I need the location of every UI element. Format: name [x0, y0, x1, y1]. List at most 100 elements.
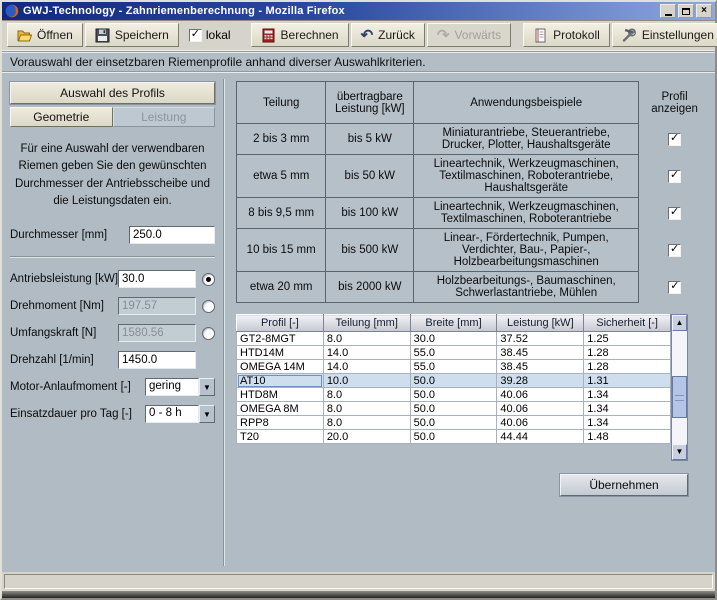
- results-cell[interactable]: 55.0: [410, 360, 497, 374]
- profil-anzeigen-checkbox[interactable]: ✓: [668, 244, 681, 257]
- results-cell[interactable]: AT10: [237, 374, 324, 388]
- open-button[interactable]: Öffnen: [7, 23, 83, 47]
- scrollbar-track[interactable]: [672, 331, 687, 444]
- results-cell[interactable]: 39.28: [497, 374, 584, 388]
- results-cell[interactable]: 14.0: [323, 360, 410, 374]
- drehmoment-input[interactable]: [118, 297, 196, 315]
- results-column-header[interactable]: Sicherheit [-]: [584, 315, 671, 332]
- results-cell[interactable]: 50.0: [410, 430, 497, 444]
- results-row[interactable]: OMEGA 14M14.055.038.451.28: [237, 360, 671, 374]
- results-cell[interactable]: HTD8M: [237, 388, 324, 402]
- settings-button[interactable]: Einstellungen: [612, 23, 717, 47]
- drehzahl-input[interactable]: [118, 351, 196, 369]
- lokal-checkbox[interactable]: ✓: [189, 29, 202, 42]
- results-cell[interactable]: 1.28: [584, 346, 671, 360]
- forward-button[interactable]: ↷ Vorwärts: [427, 23, 511, 47]
- header-anwendung: Anwendungsbeispiele: [414, 82, 639, 124]
- profil-anzeigen-checkbox[interactable]: ✓: [668, 281, 681, 294]
- profil-anzeigen-checkbox[interactable]: ✓: [668, 133, 681, 146]
- results-column-header[interactable]: Leistung [kW]: [497, 315, 584, 332]
- save-button[interactable]: Speichern: [85, 23, 179, 47]
- results-cell[interactable]: 1.31: [584, 374, 671, 388]
- tab-leistung[interactable]: Leistung: [113, 107, 216, 127]
- results-cell[interactable]: 1.28: [584, 360, 671, 374]
- results-cell[interactable]: 1.34: [584, 388, 671, 402]
- results-cell[interactable]: GT2-8MGT: [237, 332, 324, 346]
- results-cell[interactable]: 44.44: [497, 430, 584, 444]
- umfangskraft-radio[interactable]: [202, 327, 215, 340]
- window-bottom-edge: [2, 591, 715, 598]
- results-cell[interactable]: T20: [237, 430, 324, 444]
- results-cell[interactable]: 1.48: [584, 430, 671, 444]
- profil-anzeigen-checkbox[interactable]: ✓: [668, 170, 681, 183]
- results-column-header[interactable]: Breite [mm]: [410, 315, 497, 332]
- results-cell[interactable]: 55.0: [410, 346, 497, 360]
- results-cell[interactable]: 8.0: [323, 402, 410, 416]
- dropdown-button[interactable]: ▼: [199, 405, 215, 423]
- results-cell[interactable]: 14.0: [323, 346, 410, 360]
- maximize-button[interactable]: [678, 4, 694, 18]
- results-row[interactable]: OMEGA 8M8.050.040.061.34: [237, 402, 671, 416]
- profil-anzeigen-checkbox[interactable]: ✓: [668, 207, 681, 220]
- results-row[interactable]: RPP88.050.040.061.34: [237, 416, 671, 430]
- results-cell[interactable]: OMEGA 8M: [237, 402, 324, 416]
- results-cell[interactable]: 50.0: [410, 402, 497, 416]
- close-button[interactable]: ×: [696, 4, 712, 18]
- results-cell[interactable]: 1.34: [584, 402, 671, 416]
- results-cell[interactable]: RPP8: [237, 416, 324, 430]
- results-cell[interactable]: 8.0: [323, 388, 410, 402]
- scrollbar-thumb[interactable]: [672, 376, 687, 418]
- tab-geometrie[interactable]: Geometrie: [10, 107, 113, 127]
- profile-cell-leistung: bis 500 kW: [326, 229, 414, 272]
- results-cell[interactable]: HTD14M: [237, 346, 324, 360]
- results-row[interactable]: GT2-8MGT8.030.037.521.25: [237, 332, 671, 346]
- scroll-down-button[interactable]: ▼: [672, 444, 687, 460]
- results-cell[interactable]: 38.45: [497, 346, 584, 360]
- results-cell[interactable]: 40.06: [497, 388, 584, 402]
- results-cell[interactable]: 1.25: [584, 332, 671, 346]
- protocol-button[interactable]: Protokoll: [523, 23, 610, 47]
- apply-button[interactable]: Übernehmen: [560, 474, 688, 496]
- results-cell[interactable]: 10.0: [323, 374, 410, 388]
- results-table[interactable]: Profil [-]Teilung [mm]Breite [mm]Leistun…: [236, 314, 671, 444]
- results-row[interactable]: AT1010.050.039.281.31: [237, 374, 671, 388]
- results-cell[interactable]: 38.45: [497, 360, 584, 374]
- results-cell[interactable]: 20.0: [323, 430, 410, 444]
- antriebsleistung-radio[interactable]: [202, 273, 215, 286]
- umfangskraft-input[interactable]: [118, 324, 196, 342]
- results-cell[interactable]: 37.52: [497, 332, 584, 346]
- results-cell[interactable]: 40.06: [497, 416, 584, 430]
- durchmesser-input[interactable]: [129, 226, 215, 244]
- profile-cell-leistung: bis 50 kW: [326, 155, 414, 198]
- results-cell[interactable]: 50.0: [410, 374, 497, 388]
- results-column-header[interactable]: Profil [-]: [237, 315, 324, 332]
- results-cell[interactable]: 50.0: [410, 388, 497, 402]
- umfangskraft-label: Umfangskraft [N]: [10, 327, 118, 339]
- profile-cell-leistung: bis 100 kW: [326, 198, 414, 229]
- back-button[interactable]: ↶ Zurück: [351, 23, 425, 47]
- scroll-up-button[interactable]: ▲: [672, 315, 687, 331]
- results-area: Profil [-]Teilung [mm]Breite [mm]Leistun…: [236, 314, 688, 461]
- results-cell[interactable]: 50.0: [410, 416, 497, 430]
- einsatzdauer-select[interactable]: 0 - 8 h ▼: [145, 405, 215, 423]
- profile-cell-anwendung: Linear-, Fördertechnik, Pumpen, Verdicht…: [414, 229, 639, 272]
- results-row[interactable]: HTD14M14.055.038.451.28: [237, 346, 671, 360]
- results-cell[interactable]: 40.06: [497, 402, 584, 416]
- dropdown-button[interactable]: ▼: [199, 378, 215, 396]
- profile-overview-table: Teilung übertragbare Leistung [kW] Anwen…: [236, 81, 711, 303]
- results-row[interactable]: T2020.050.044.441.48: [237, 430, 671, 444]
- results-cell[interactable]: 8.0: [323, 416, 410, 430]
- drehmoment-radio[interactable]: [202, 300, 215, 313]
- results-column-header[interactable]: Teilung [mm]: [323, 315, 410, 332]
- results-cell[interactable]: 1.34: [584, 416, 671, 430]
- results-cell[interactable]: OMEGA 14M: [237, 360, 324, 374]
- profile-selection-button[interactable]: Auswahl des Profils: [10, 82, 215, 104]
- calculate-button[interactable]: Berechnen: [251, 23, 349, 47]
- results-scrollbar[interactable]: ▲ ▼: [671, 314, 688, 461]
- results-cell[interactable]: 30.0: [410, 332, 497, 346]
- results-cell[interactable]: 8.0: [323, 332, 410, 346]
- antriebsleistung-input[interactable]: [118, 270, 196, 288]
- results-row[interactable]: HTD8M8.050.040.061.34: [237, 388, 671, 402]
- anlaufmoment-select[interactable]: gering ▼: [145, 378, 215, 396]
- minimize-button[interactable]: [660, 4, 676, 18]
